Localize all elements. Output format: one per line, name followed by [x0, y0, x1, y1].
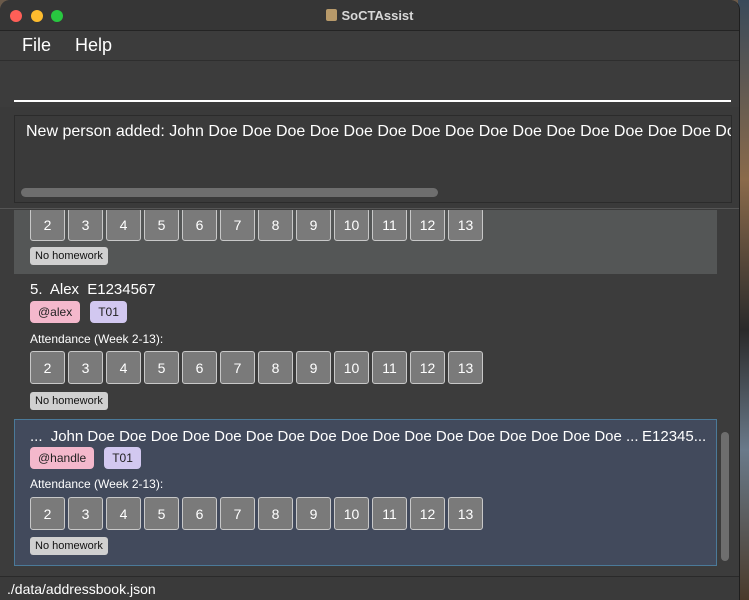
week-button[interactable]: 13 [448, 351, 483, 384]
window-title: SoCTAssist [341, 8, 414, 23]
divider [0, 208, 739, 209]
tutorial-group-tag: T01 [90, 301, 127, 323]
week-button[interactable]: 7 [220, 497, 255, 530]
week-button[interactable]: 4 [106, 351, 141, 384]
attendance-label: Attendance (Week 2-13): [30, 332, 164, 346]
status-bar: ./data/addressbook.json [0, 576, 739, 600]
week-button[interactable]: 4 [106, 497, 141, 530]
week-button[interactable]: 6 [182, 351, 217, 384]
menu-help[interactable]: Help [63, 35, 124, 56]
week-button[interactable]: 10 [334, 351, 369, 384]
person-name: Alex [49, 281, 80, 298]
week-button[interactable]: 2 [30, 497, 65, 530]
tag-row: @alex T01 [30, 301, 127, 323]
person-name: John Doe Doe Doe Doe Doe Doe Doe Doe Doe… [50, 428, 639, 445]
attendance-weeks: 2 3 4 5 6 7 8 9 10 11 12 13 [30, 351, 483, 384]
command-input[interactable] [14, 73, 731, 102]
person-list-scrollbar[interactable] [721, 221, 729, 561]
result-display: New person added: John Doe Doe Doe Doe D… [14, 115, 732, 203]
week-button[interactable]: 11 [372, 497, 407, 530]
week-button[interactable]: 11 [372, 210, 407, 241]
tag-row: @handle T01 [30, 447, 141, 469]
week-button[interactable]: 13 [448, 497, 483, 530]
week-button[interactable]: 2 [30, 210, 65, 241]
week-button[interactable]: 7 [220, 351, 255, 384]
week-button[interactable]: 3 [68, 351, 103, 384]
person-card[interactable]: 5. Alex E1234567 @alex T01 Attendance (W… [14, 274, 717, 419]
week-button[interactable]: 11 [372, 351, 407, 384]
tutorial-group-tag: T01 [104, 447, 141, 469]
week-button[interactable]: 3 [68, 210, 103, 241]
week-button[interactable]: 6 [182, 210, 217, 241]
week-button[interactable]: 5 [144, 351, 179, 384]
person-card[interactable]: 2 3 4 5 6 7 8 9 10 11 12 13 No homework [14, 210, 717, 274]
week-button[interactable]: 8 [258, 497, 293, 530]
person-list: 2 3 4 5 6 7 8 9 10 11 12 13 No homework … [0, 210, 739, 576]
week-button[interactable]: 7 [220, 210, 255, 241]
person-header: ... John Doe Doe Doe Doe Doe Doe Doe Doe… [30, 428, 643, 445]
week-button[interactable]: 8 [258, 210, 293, 241]
week-button[interactable]: 13 [448, 210, 483, 241]
week-button[interactable]: 9 [296, 351, 331, 384]
command-box [0, 61, 739, 107]
week-button[interactable]: 2 [30, 351, 65, 384]
week-button[interactable]: 9 [296, 210, 331, 241]
homework-badge: No homework [30, 537, 108, 555]
menu-bar: File Help [0, 31, 739, 61]
week-button[interactable]: 12 [410, 497, 445, 530]
result-message: New person added: John Doe Doe Doe Doe D… [26, 123, 731, 140]
person-index: 5. [30, 281, 43, 298]
homework-badge: No homework [30, 247, 108, 265]
week-button[interactable]: 4 [106, 210, 141, 241]
telegram-handle-tag: @handle [30, 447, 95, 469]
title-bar: SoCTAssist [0, 0, 739, 31]
window-title-area: SoCTAssist [0, 8, 739, 23]
week-button[interactable]: 3 [68, 497, 103, 530]
person-card-selected[interactable]: ... John Doe Doe Doe Doe Doe Doe Doe Doe… [14, 419, 717, 566]
attendance-weeks: 2 3 4 5 6 7 8 9 10 11 12 13 [30, 210, 483, 241]
person-student-id: E12345... [642, 428, 707, 445]
menu-file[interactable]: File [10, 35, 63, 56]
week-button[interactable]: 5 [144, 497, 179, 530]
attendance-label: Attendance (Week 2-13): [30, 477, 164, 491]
week-button[interactable]: 10 [334, 497, 369, 530]
scrollbar-thumb[interactable] [721, 432, 729, 561]
week-button[interactable]: 9 [296, 497, 331, 530]
homework-badge: No homework [30, 392, 108, 410]
app-window: SoCTAssist File Help New person added: J… [0, 0, 740, 600]
person-index: ... [30, 428, 43, 445]
week-button[interactable]: 5 [144, 210, 179, 241]
week-button[interactable]: 12 [410, 351, 445, 384]
week-button[interactable]: 10 [334, 210, 369, 241]
week-button[interactable]: 6 [182, 497, 217, 530]
week-button[interactable]: 8 [258, 351, 293, 384]
telegram-handle-tag: @alex [30, 301, 81, 323]
week-button[interactable]: 12 [410, 210, 445, 241]
person-student-id: E1234567 [87, 281, 156, 298]
person-header: 5. Alex E1234567 [30, 281, 160, 298]
attendance-weeks: 2 3 4 5 6 7 8 9 10 11 12 13 [30, 497, 483, 530]
app-icon [325, 9, 337, 21]
result-horizontal-scrollbar[interactable] [21, 188, 438, 197]
